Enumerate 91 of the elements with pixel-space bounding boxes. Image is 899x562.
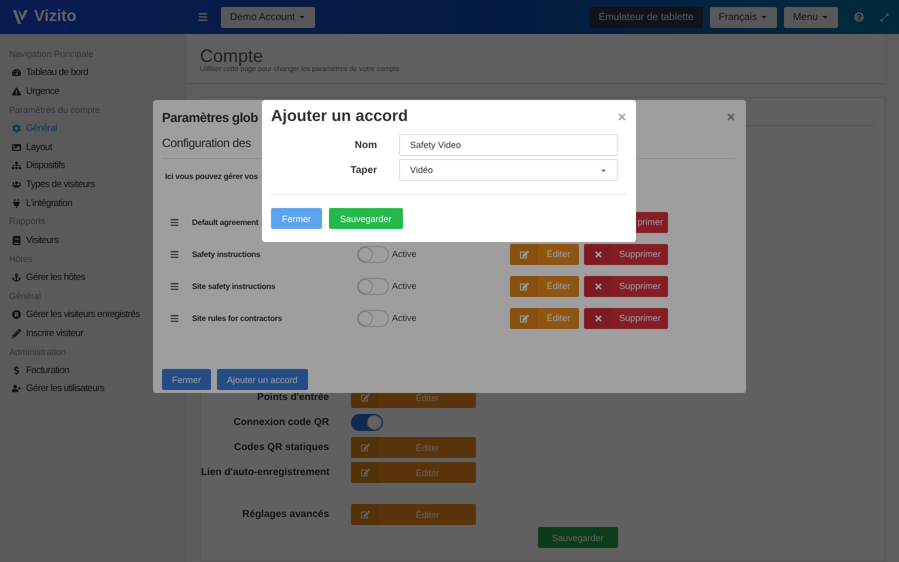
- close-icon[interactable]: [726, 112, 736, 122]
- dialog-title: Ajouter un accord: [271, 108, 408, 126]
- drag-handle-icon[interactable]: [170, 250, 179, 258]
- users-icon: [12, 180, 21, 189]
- sidebar-item[interactable]: Gérer les utilisateurs: [9, 380, 104, 398]
- dollar-icon: [12, 366, 21, 375]
- close-icon[interactable]: [617, 112, 627, 122]
- save-button[interactable]: Sauvegarder: [538, 527, 618, 548]
- delete-button[interactable]: Supprimer: [584, 308, 668, 328]
- type-select[interactable]: Vidéo: [399, 159, 618, 181]
- sidebar-item[interactable]: Général: [9, 119, 57, 138]
- help-icon[interactable]: [854, 12, 864, 22]
- caret-icon: [821, 13, 829, 21]
- edit-icon: [360, 468, 370, 477]
- agreement-name: Site safety instructions: [192, 282, 276, 290]
- sidebar-item[interactable]: Urgence: [9, 82, 60, 101]
- field-label: Taper: [350, 164, 377, 176]
- x-icon: [594, 282, 602, 290]
- sidebar-item[interactable]: Visiteurs: [9, 230, 59, 250]
- language-dropdown[interactable]: Français: [710, 6, 777, 28]
- dialog-button[interactable]: Ajouter un accord: [217, 369, 308, 390]
- book-icon: [12, 236, 21, 245]
- setting-label: Lien d'auto-enregistrement: [201, 467, 329, 478]
- edit-icon: [360, 510, 370, 519]
- dialog-title: Paramètres glob: [162, 110, 258, 124]
- close-button[interactable]: Fermer: [271, 208, 322, 229]
- warning-icon: [12, 86, 21, 96]
- field-label: Nom: [354, 140, 377, 150]
- sidebar-item[interactable]: Facturation: [9, 361, 70, 380]
- status-label: Active: [392, 313, 418, 323]
- edit-icon: [360, 443, 370, 452]
- sidebar-item[interactable]: Gérer les hôtes: [9, 268, 85, 287]
- dialog-subtitle: Configuration des: [162, 136, 251, 152]
- plug-icon: [12, 198, 21, 208]
- menu-icon[interactable]: [198, 12, 208, 22]
- edit-button[interactable]: Éditer: [510, 276, 579, 296]
- drag-handle-icon[interactable]: [170, 218, 179, 226]
- name-field[interactable]: Safety Video: [399, 134, 618, 156]
- sidebar-item[interactable]: Layout: [9, 138, 52, 157]
- delete-button[interactable]: Supprimer: [584, 244, 668, 264]
- page-title: Compte: [200, 46, 264, 66]
- sidebar-item[interactable]: L'intégration: [9, 194, 72, 212]
- caret-icon: [298, 13, 306, 21]
- brand-name: Vizito: [34, 8, 76, 26]
- setting-label: Réglages avancés: [241, 509, 329, 520]
- toggle-switch[interactable]: [351, 414, 383, 430]
- dialog-button[interactable]: Fermer: [162, 369, 211, 390]
- drag-handle-icon[interactable]: [170, 282, 179, 290]
- agreement-name: Safety instructions: [192, 250, 260, 258]
- edit-button[interactable]: Éditer: [351, 437, 476, 458]
- anchor-icon: [12, 272, 21, 282]
- menu-dropdown[interactable]: Menu: [784, 6, 838, 28]
- edit-icon: [520, 282, 528, 290]
- sitemap-icon: [12, 161, 21, 170]
- edit-icon: [520, 314, 528, 322]
- edit-icon: [520, 250, 528, 258]
- edit-button[interactable]: Éditer: [351, 462, 476, 483]
- edit-button[interactable]: Éditer: [510, 308, 579, 328]
- settings-icon: [12, 124, 21, 134]
- account-dropdown[interactable]: Demo Account: [221, 6, 316, 28]
- setting-label: Codes QR statiques: [232, 442, 329, 453]
- delete-button[interactable]: Supprimer: [584, 276, 668, 296]
- setting-label: Connexion code QR: [232, 416, 329, 428]
- status-label: Active: [392, 249, 418, 259]
- x-icon: [594, 314, 602, 322]
- agreement-name: Default agreement: [192, 218, 258, 226]
- drag-handle-icon[interactable]: [170, 314, 179, 322]
- tablet-emulator-button[interactable]: Émulateur de tablette: [590, 6, 703, 28]
- edit-button[interactable]: Éditer: [351, 504, 476, 525]
- x-icon: [594, 250, 602, 258]
- caret-icon: [600, 166, 607, 174]
- caret-icon: [760, 13, 768, 21]
- sidebar-item[interactable]: Inscrire visiteur: [9, 324, 84, 342]
- status-label: Active: [392, 281, 418, 291]
- intro-text: Ici vous pouvez gérer vos: [165, 172, 258, 183]
- edit-button[interactable]: Éditer: [510, 244, 579, 264]
- agreement-name: Site rules for contractors: [192, 314, 282, 322]
- pencil-icon: [12, 328, 21, 338]
- gauge-icon: [12, 68, 21, 78]
- expand-icon[interactable]: [880, 12, 889, 22]
- sidebar-item[interactable]: Gérer les visiteurs enregistrés: [9, 305, 140, 324]
- delete-button[interactable]: primer: [636, 212, 668, 232]
- user-plus-icon: [12, 384, 21, 394]
- setting-label: Points d'entrée: [256, 392, 329, 403]
- sidebar-item[interactable]: Tableau de bord: [9, 64, 88, 82]
- image-icon: [12, 142, 21, 152]
- logo-icon: [12, 9, 30, 25]
- registered-icon: [12, 310, 21, 320]
- save-button[interactable]: Sauvegarder: [329, 208, 403, 229]
- sidebar-item[interactable]: Types de visiteurs: [9, 175, 95, 194]
- sidebar-item[interactable]: Dispositifs: [9, 156, 65, 176]
